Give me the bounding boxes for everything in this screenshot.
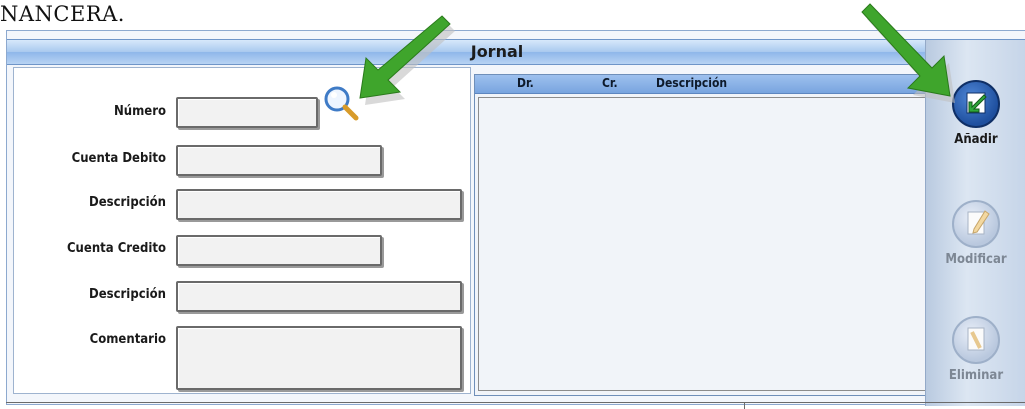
comentario-label: Comentario [89, 332, 166, 347]
descripcion-credito-field[interactable] [176, 281, 462, 312]
grid-col-cr[interactable]: Cr. [602, 76, 618, 90]
add-button-label: Añadir [954, 132, 998, 147]
window-title: Jornal [470, 42, 524, 61]
grid-col-dr[interactable]: Dr. [517, 76, 534, 90]
cuenta-debito-label: Cuenta Debito [71, 151, 166, 166]
descripcion-debito-field[interactable] [176, 189, 462, 220]
entry-form-panel: Número Cuenta Debito Descripción Cuenta … [13, 67, 471, 394]
modify-icon [952, 200, 1000, 248]
green-arrow-icon [861, 3, 955, 103]
descripcion-debito-label: Descripción [89, 195, 166, 210]
cuenta-credito-field[interactable] [176, 235, 382, 266]
modify-button-label: Modificar [945, 252, 1007, 267]
modify-button[interactable]: Modificar [926, 200, 1025, 267]
status-divider [6, 402, 1025, 403]
numero-label: Número [113, 104, 166, 119]
cuenta-debito-field[interactable] [176, 145, 382, 176]
descripcion-credito-label: Descripción [89, 287, 166, 302]
grid-col-descripcion[interactable]: Descripción [656, 76, 727, 90]
delete-button[interactable]: Eliminar [926, 316, 1025, 383]
numero-field[interactable] [176, 97, 318, 128]
grid-body[interactable] [478, 97, 926, 391]
comentario-textarea[interactable] [176, 326, 462, 390]
delete-button-label: Eliminar [948, 368, 1004, 383]
delete-icon [952, 316, 1000, 364]
document-text-fragment: NANCERA. [0, 2, 125, 26]
journal-grid: Dr. Cr. Descripción [474, 74, 932, 396]
green-arrow-icon [359, 15, 455, 105]
status-divider-tick [744, 402, 745, 409]
cuenta-credito-label: Cuenta Credito [66, 241, 166, 256]
search-icon[interactable] [321, 83, 359, 121]
